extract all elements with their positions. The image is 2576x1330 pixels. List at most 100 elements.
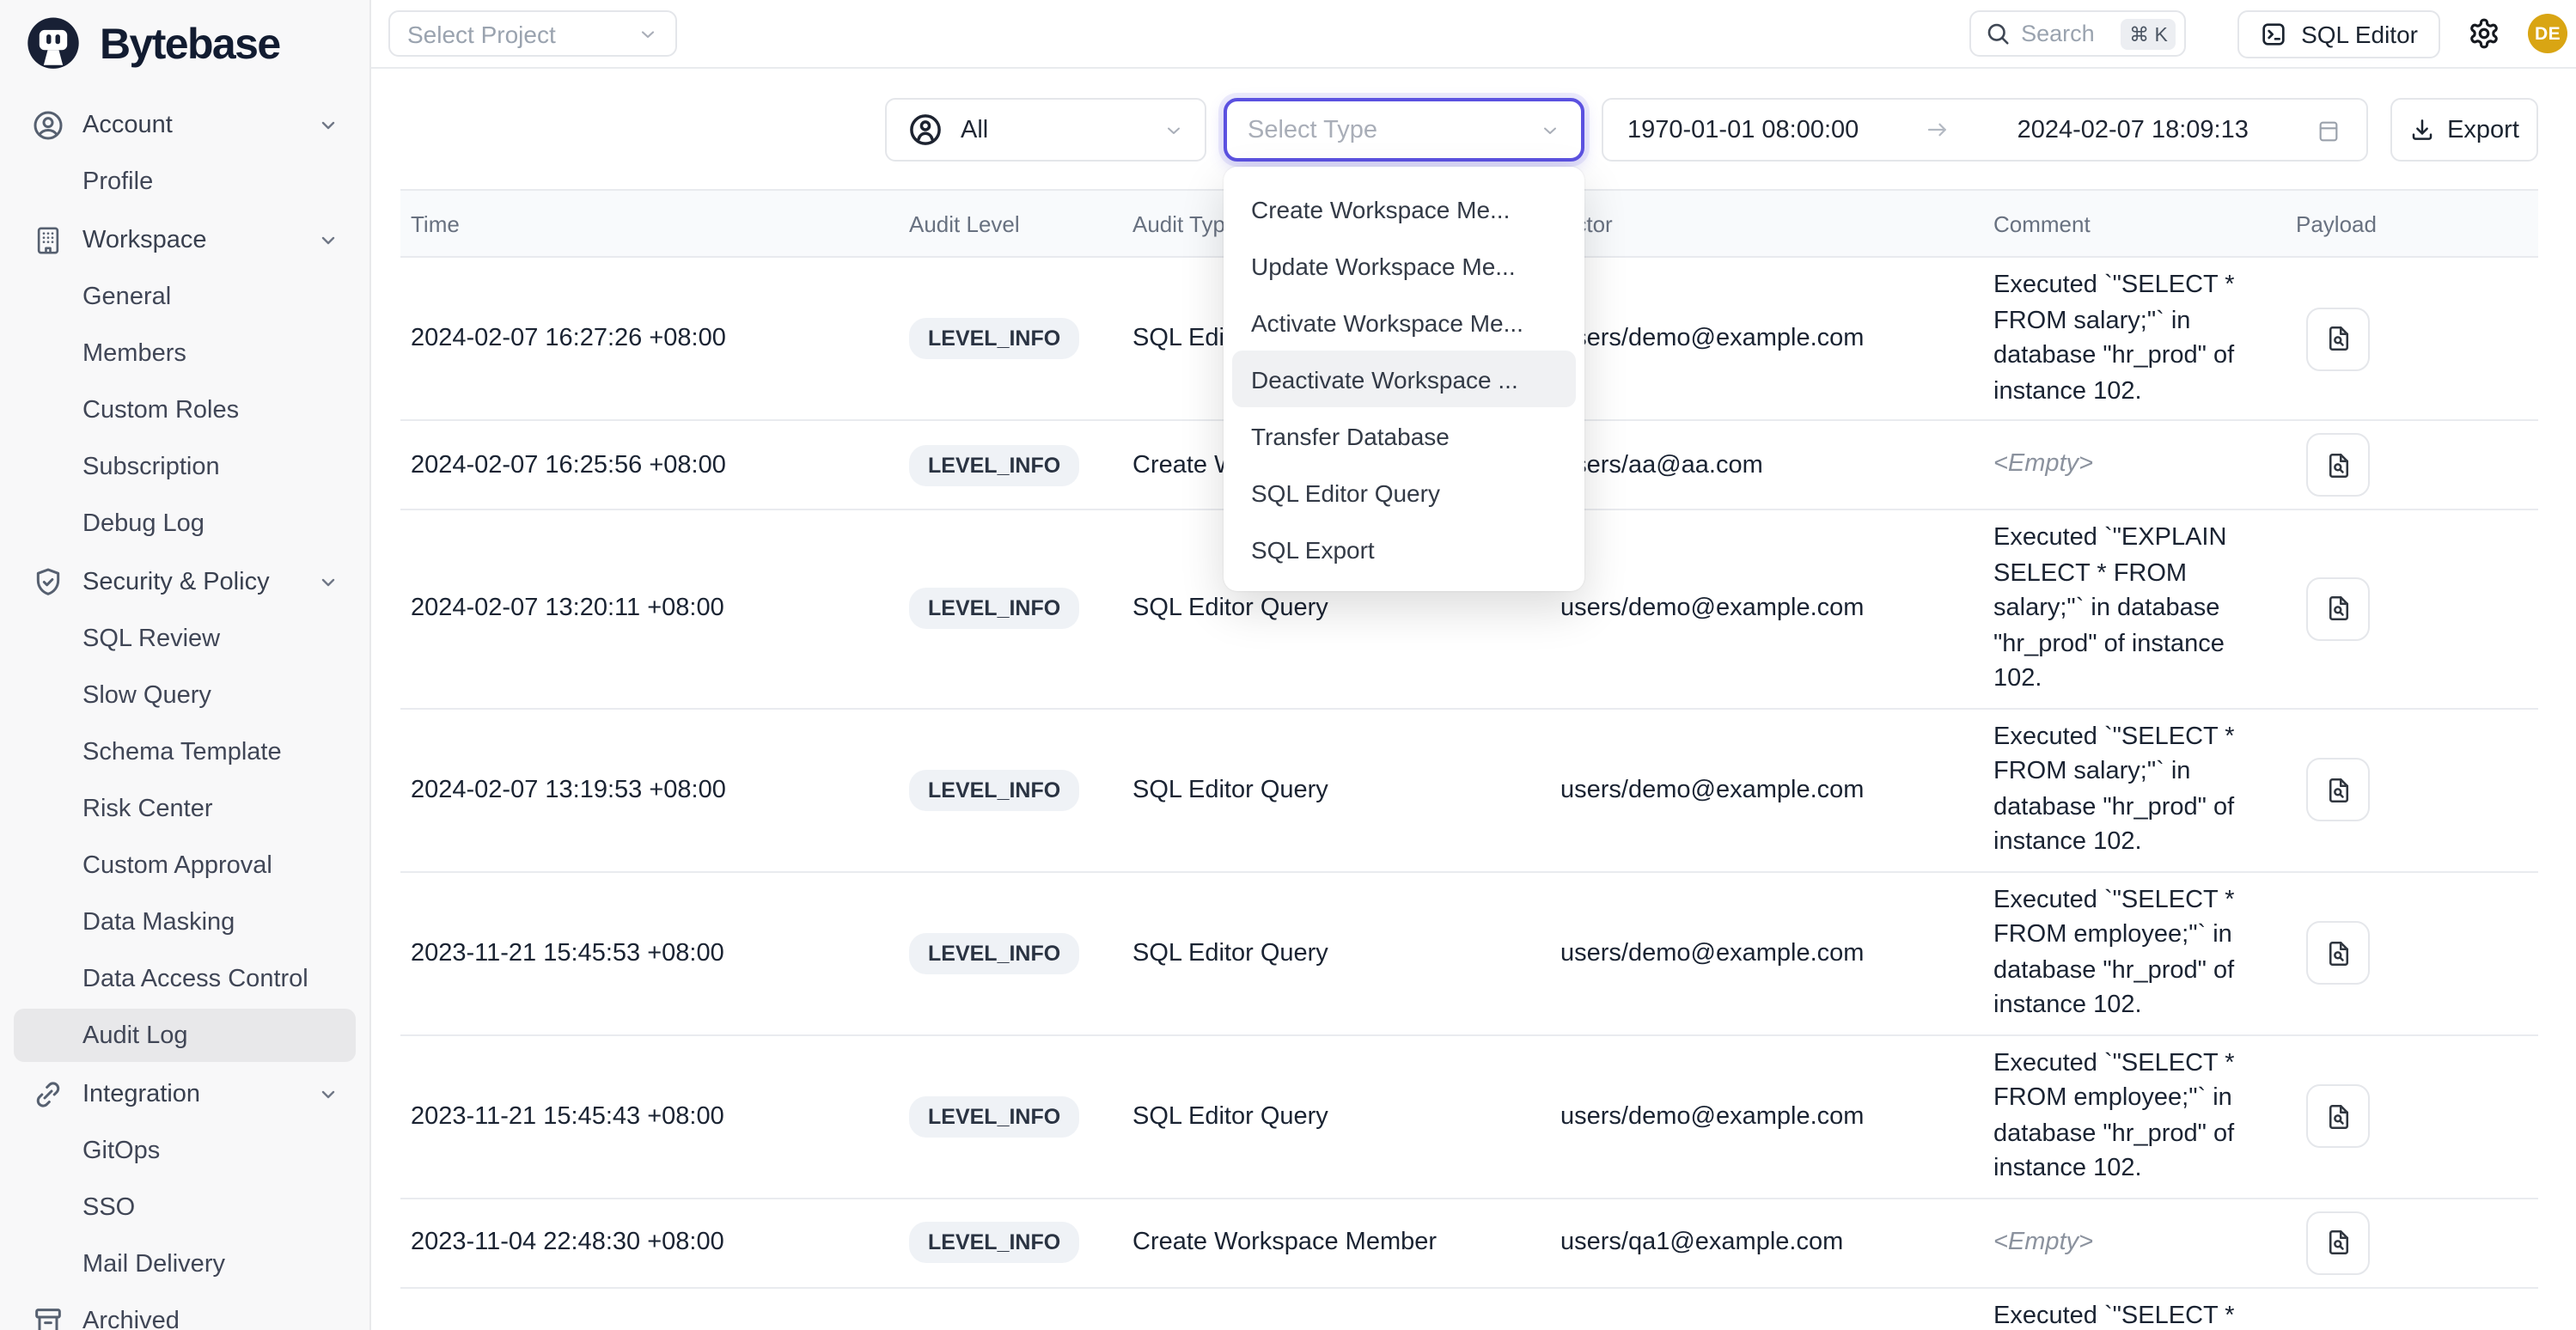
sql-editor-button[interactable]: SQL Editor [2237,9,2440,58]
chevron-down-icon [318,1083,339,1104]
export-button[interactable]: Export [2390,98,2538,162]
table-row: 2024-02-07 13:19:53 +08:00 LEVEL_INFO SQ… [400,709,2538,872]
sidebar-item[interactable]: Custom Roles [14,383,356,436]
file-search-icon [2323,449,2353,480]
sidebar-item[interactable]: Account [14,98,356,151]
type-menu-option[interactable]: Transfer Database [1224,407,1584,464]
sidebar-item[interactable]: Integration [14,1067,356,1120]
sidebar-item-label: Subscription [82,453,220,480]
sidebar-item-label: Custom Approval [82,851,272,879]
cell-comment: Executed `"SELECT * FROM employee;"` in … [1993,1046,2296,1187]
table-row: 2023-11-04 01:06:24 +08:00 LEVEL_INFO SQ… [400,1288,2538,1330]
date-to-value[interactable]: 2024-02-07 18:09:13 [2017,116,2249,143]
sidebar-item[interactable]: Mail Delivery [14,1237,356,1290]
terminal-icon [2260,20,2287,47]
cell-actor: users/qa1@example.com [1560,1229,1993,1256]
type-menu-option[interactable]: Deactivate Workspace ... [1232,351,1576,407]
cell-comment: Executed `"SELECT * FROM salary;"` in da… [1993,719,2296,860]
sidebar-item[interactable]: Workspace [14,213,356,266]
sidebar-item[interactable]: Audit Log [14,1009,356,1062]
cell-time: 2024-02-07 16:27:26 +08:00 [400,325,909,352]
cell-comment: <Empty> [1993,448,2296,483]
table-column-header: Comment [1993,210,2296,236]
type-menu-option[interactable]: SQL Export [1224,521,1584,577]
sidebar-item[interactable]: GitOps [14,1124,356,1177]
sidebar-item-label: Risk Center [82,795,213,822]
sidebar-item[interactable]: Data Access Control [14,952,356,1005]
payload-view-button[interactable] [2306,433,2370,497]
audit-log-page: All Select Type 1970-01-01 08:00:00 2024… [371,69,2576,1330]
table-column-header: Audit Level [909,210,1132,236]
sidebar-item[interactable]: Debug Log [14,497,356,550]
type-menu-option[interactable]: Update Workspace Me... [1224,237,1584,294]
cell-actor: users/demo@example.com [1560,776,1993,803]
building-icon [31,223,65,257]
payload-view-button[interactable] [2306,577,2370,641]
cell-audit-type: Create Workspace Member [1132,1229,1560,1256]
sidebar-item[interactable]: Profile [14,155,356,208]
cell-comment: Executed `"EXPLAIN SELECT * FROM salary;… [1993,521,2296,697]
sidebar-item[interactable]: Risk Center [14,782,356,835]
type-filter-dropdown[interactable]: Select Type [1224,98,1584,162]
table-row: 2023-11-04 22:48:30 +08:00 LEVEL_INFO Cr… [400,1199,2538,1288]
select-project-dropdown[interactable]: Select Project [388,10,677,57]
sidebar-nav: Account Profile Workspace [0,89,369,1330]
search-input[interactable] [2021,21,2110,46]
sidebar-item-label: Data Masking [82,908,235,936]
table-column-header: Payload [2296,210,2538,236]
cell-comment: Executed `"SELECT * FROM employee;"` in … [1993,882,2296,1023]
archive-icon [31,1303,65,1330]
type-menu-option[interactable]: Activate Workspace Me... [1224,294,1584,351]
type-filter-menu: Create Workspace Me... Update Workspace … [1224,167,1584,591]
sidebar: Bytebase Account Profile [0,0,371,1330]
topbar: Select Project ⌘ K SQL Editor [371,0,2576,69]
sidebar-item[interactable]: Schema Template [14,725,356,778]
sidebar-item[interactable]: Members [14,326,356,380]
actor-filter-dropdown[interactable]: All [885,98,1206,162]
user-avatar[interactable]: DE [2528,14,2567,53]
search-box[interactable]: ⌘ K [1969,10,2186,57]
file-search-icon [2323,1101,2353,1132]
chevron-down-icon [638,23,658,44]
date-range-picker[interactable]: 1970-01-01 08:00:00 2024-02-07 18:09:13 [1602,98,2368,162]
type-menu-option[interactable]: Create Workspace Me... [1224,180,1584,237]
sidebar-item-label: Data Access Control [82,965,308,992]
cell-time: 2024-02-07 16:25:56 +08:00 [400,451,909,479]
user-circle-icon [907,112,943,148]
sidebar-item[interactable]: SQL Review [14,612,356,665]
file-search-icon [2323,1227,2353,1258]
gear-icon[interactable] [2468,17,2500,50]
cell-time: 2024-02-07 13:20:11 +08:00 [400,595,909,623]
app-root: Bytebase Account Profile [0,0,2576,1330]
chevron-down-icon [1163,119,1184,140]
bytebase-logo[interactable]: Bytebase [0,0,369,89]
cell-comment: Executed `"SELECT * FROM department;"` i… [1993,1298,2296,1330]
audit-level-badge: LEVEL_INFO [909,932,1079,973]
date-from-value[interactable]: 1970-01-01 08:00:00 [1627,116,1859,143]
cell-audit-type: SQL Editor Query [1132,776,1560,803]
cell-actor: users/demo@example.com [1560,1102,1993,1130]
topbar-right: ⌘ K SQL Editor DE [1969,9,2576,58]
sidebar-item[interactable]: Data Masking [14,895,356,949]
table-row: 2023-11-21 15:45:43 +08:00 LEVEL_INFO SQ… [400,1035,2538,1199]
payload-view-button[interactable] [2306,307,2370,370]
sidebar-item[interactable]: SSO [14,1181,356,1234]
sidebar-item[interactable]: General [14,270,356,323]
sidebar-item[interactable]: Custom Approval [14,839,356,892]
sidebar-item[interactable]: Archived [14,1294,356,1330]
sidebar-item[interactable]: Subscription [14,440,356,493]
shield-check-icon [31,564,65,599]
cell-actor: users/demo@example.com [1560,939,1993,967]
filter-bar: All Select Type 1970-01-01 08:00:00 2024… [885,98,2368,162]
file-search-icon [2323,774,2353,805]
sidebar-item[interactable]: Slow Query [14,668,356,722]
brand-name: Bytebase [100,20,280,70]
cell-time: 2023-11-21 15:45:43 +08:00 [400,1102,909,1130]
payload-view-button[interactable] [2306,758,2370,821]
type-menu-option[interactable]: SQL Editor Query [1224,464,1584,521]
sidebar-item[interactable]: Security & Policy [14,555,356,608]
payload-view-button[interactable] [2306,921,2370,985]
payload-view-button[interactable] [2306,1084,2370,1148]
chevron-down-icon [318,229,339,250]
payload-view-button[interactable] [2306,1211,2370,1274]
